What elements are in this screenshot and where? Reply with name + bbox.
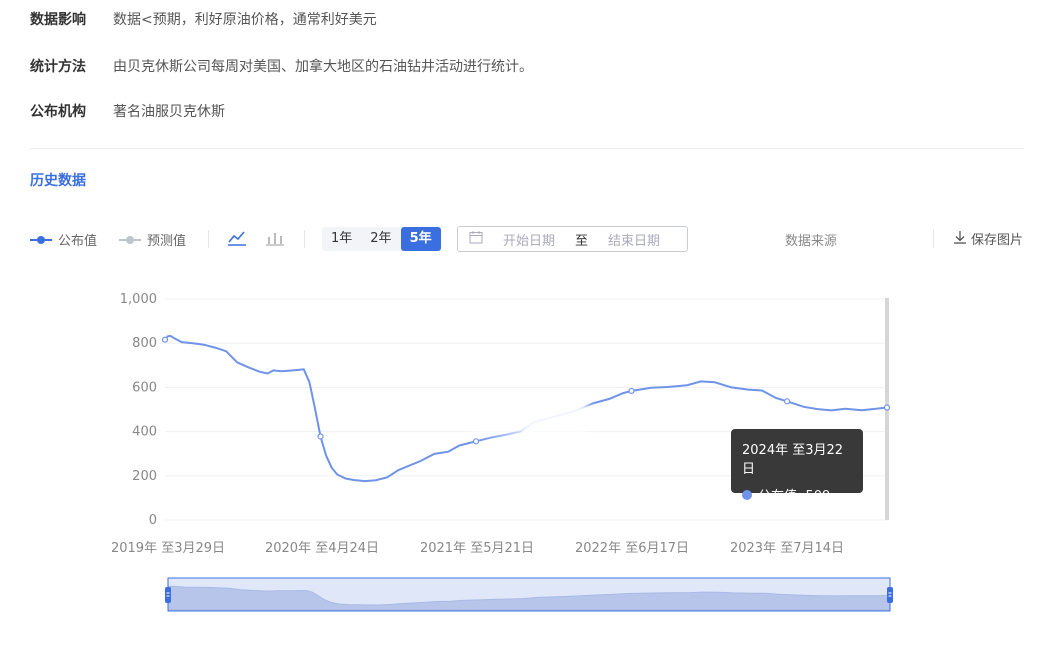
data-point — [628, 387, 635, 395]
zoom-selection — [167, 577, 891, 612]
legend-forecast[interactable]: 预测值 — [119, 230, 186, 249]
calendar-icon — [469, 230, 483, 248]
y-tick-label: 600 — [132, 380, 157, 395]
legend-line-icon — [119, 235, 141, 244]
zoom-background — [168, 578, 890, 611]
line-chart[interactable]: 0 200 400 600 800 1,000 2019年 至3月29日 2020年 至4月… — [0, 0, 1064, 645]
divider — [933, 230, 934, 248]
legend-published[interactable]: 公布值 — [30, 230, 97, 249]
tooltip-value: 公布值: 509 — [758, 489, 831, 504]
y-tick-label: 0 — [149, 513, 157, 528]
zoom-handle-right — [887, 587, 893, 603]
y-axis-labels: 0 200 400 600 800 1,000 — [120, 292, 157, 528]
zoom-preview-area — [167, 585, 891, 611]
section-title: 历史数据 — [30, 173, 86, 189]
data-point — [883, 404, 891, 411]
date-range-separator: 至 — [575, 233, 589, 249]
legend-line-icon — [30, 235, 52, 244]
date-range-picker[interactable]: 开始日期 至 结束日期 — [457, 226, 688, 252]
range-2y-button[interactable]: 2年 — [361, 227, 400, 251]
y-tick-label: 1,000 — [120, 292, 157, 307]
y-tick-label: 200 — [132, 469, 157, 484]
divider — [304, 230, 305, 248]
series-dot-icon — [742, 489, 752, 500]
range-selector: 1年 2年 5年 — [322, 227, 441, 251]
info-value: 由贝克休斯公司每周对美国、加拿大地区的石油钻井活动进行统计。 — [113, 59, 533, 75]
divider — [208, 230, 209, 248]
x-tick-label: 2023年 至7月14日 — [730, 541, 844, 556]
range-1y-button[interactable]: 1年 — [322, 227, 361, 251]
info-row-method: 统计方法 由贝克休斯公司每周对美国、加拿大地区的石油钻井活动进行统计。 — [30, 57, 533, 77]
chart-toolbar: 公布值 预测值 1年 2年 5年 开始日期 至 结束日期 数据来源 保存图片 — [30, 220, 1030, 254]
info-row-impact: 数据影响 数据<预期，利好原油价格，通常利好美元 — [30, 10, 377, 30]
y-tick-label: 800 — [132, 336, 157, 351]
zoom-slider — [165, 577, 893, 612]
legend-forecast-label: 预测值 — [147, 234, 187, 249]
save-image-button[interactable]: 保存图片 — [953, 229, 1023, 248]
info-label: 数据影响 — [30, 12, 86, 28]
data-point — [161, 336, 169, 343]
data-source-label: 数据来源 — [785, 234, 838, 249]
divider — [30, 148, 1024, 149]
x-tick-label: 2022年 至6月17日 — [575, 541, 689, 556]
y-tick-label: 400 — [132, 425, 157, 440]
save-image-label: 保存图片 — [971, 233, 1024, 248]
info-value: 著名油服贝克休斯 — [113, 104, 225, 120]
x-tick-label: 2019年 至3月29日 — [111, 541, 225, 556]
data-point — [783, 398, 791, 405]
data-point — [472, 438, 480, 445]
start-date-input[interactable]: 开始日期 — [503, 230, 555, 249]
info-row-publisher: 公布机构 著名油服贝克休斯 — [30, 102, 225, 122]
info-value: 数据<预期，利好原油价格，通常利好美元 — [113, 12, 377, 28]
end-date-input[interactable]: 结束日期 — [608, 230, 660, 249]
download-icon — [953, 230, 967, 248]
watermark-blur — [470, 402, 590, 434]
range-5y-button[interactable]: 5年 — [400, 227, 441, 251]
zoom-handle-left — [165, 587, 171, 603]
tooltip-date: 2024年 至3月22日 — [742, 443, 844, 477]
redaction-blur — [838, 220, 910, 254]
x-tick-label: 2021年 至5月21日 — [420, 541, 534, 556]
x-axis-labels: 2019年 至3月29日 2020年 至4月24日 2021年 至5月21日 2022… — [111, 541, 844, 556]
line-chart-icon[interactable] — [226, 228, 248, 248]
chart-tooltip: 2024年 至3月22日 公布值: 509 — [731, 429, 863, 504]
legend-published-label: 公布值 — [58, 234, 98, 249]
data-point — [317, 433, 324, 440]
info-label: 公布机构 — [30, 104, 86, 120]
bar-chart-icon[interactable] — [264, 228, 286, 248]
info-label: 统计方法 — [30, 59, 86, 75]
x-tick-label: 2020年 至4月24日 — [265, 541, 379, 556]
